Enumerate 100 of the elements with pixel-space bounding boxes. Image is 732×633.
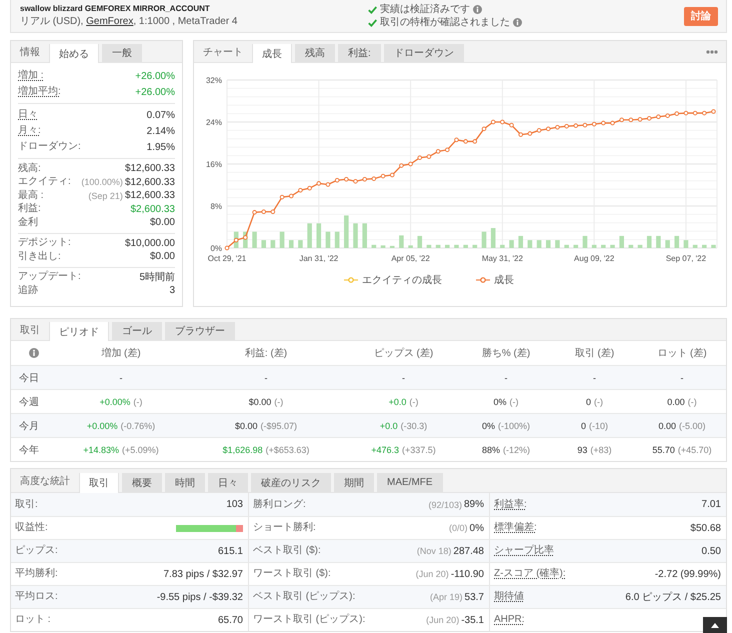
tab[interactable]: 始める <box>49 44 99 63</box>
info-icon[interactable] <box>473 5 482 14</box>
stat-value: $50.68 <box>690 522 721 534</box>
chart-bar <box>628 244 634 248</box>
stat-value: $12,600.33 <box>124 190 175 202</box>
chart-bar <box>270 240 276 248</box>
cell-change: (+83) <box>590 444 612 454</box>
chart-bar <box>280 232 284 248</box>
cell-value: $0.00 <box>248 396 272 406</box>
stat-label: AHPR: <box>494 614 525 626</box>
panel-title: チャート <box>202 46 244 58</box>
stat-label: ベスト取引 ($): <box>253 545 321 557</box>
stat-value: 7.83 pips / $32.97 <box>163 568 243 580</box>
tab[interactable]: 時間 <box>165 473 205 492</box>
cell-value: 0 <box>586 396 591 406</box>
tab[interactable]: ゴール <box>112 322 162 340</box>
chart-bar <box>307 223 312 248</box>
tab[interactable]: 日々 <box>208 473 248 492</box>
chart-bar <box>509 240 514 248</box>
stat-label: 平均ロス: <box>15 591 58 603</box>
tab[interactable]: 残高 <box>295 44 335 62</box>
stat-value: 615.1 <box>218 546 243 556</box>
cell-change: (-10) <box>589 420 608 430</box>
cell-change: (-) <box>688 396 697 406</box>
cell-value: - <box>402 372 405 382</box>
stat-value: $12,600.33 <box>124 176 175 188</box>
stat-value: -35.1 <box>461 614 484 626</box>
stat-label: エクイティ: <box>18 176 71 188</box>
data-point <box>582 122 588 128</box>
chart-bar <box>261 240 266 248</box>
chart-bar <box>426 244 432 248</box>
stat-label: シャープ比率 <box>494 545 554 557</box>
row-label: 今月 <box>18 420 40 432</box>
data-point <box>399 163 404 168</box>
stat-label: アップデート: <box>18 271 81 284</box>
stat-note: (92/103) <box>428 500 462 510</box>
caret-up-icon <box>711 622 719 628</box>
data-point <box>408 162 413 166</box>
stat-value: 103 <box>226 499 243 510</box>
data-point <box>628 118 634 122</box>
scroll-to-top-button[interactable] <box>703 617 727 633</box>
column-header: 取引 (差) <box>574 347 616 360</box>
y-axis-label: 16% <box>206 160 222 169</box>
cell-change: (-12%) <box>503 444 530 454</box>
broker-link[interactable]: GemForex <box>86 16 134 27</box>
chart-bar <box>445 244 450 248</box>
y-axis-label: 32% <box>206 76 222 85</box>
tab[interactable]: ドローダウン <box>384 44 464 62</box>
stat-label: 残高: <box>18 162 41 175</box>
stat-value: +26.00% <box>135 86 175 98</box>
tab[interactable]: 破産のリスク <box>251 473 331 492</box>
chart-bar <box>252 232 257 248</box>
tab[interactable]: MAE/MFE <box>377 473 443 492</box>
stat-label: 利益: <box>18 203 41 216</box>
chart-bar <box>619 236 624 248</box>
cell-value: +14.83% <box>83 444 119 454</box>
stat-note: (0/0) <box>449 523 468 533</box>
data-point <box>601 120 606 126</box>
tab[interactable]: 期間 <box>334 473 374 492</box>
stat-value: $10,000.00 <box>124 238 175 249</box>
cell-change: (+45.70) <box>678 444 712 454</box>
stat-label: 追跡 <box>18 284 38 297</box>
chart-bar <box>518 236 524 248</box>
stat-label: 勝利ロング: <box>253 498 306 510</box>
verification-text: 実績は検証済みです <box>380 4 470 16</box>
stat-value: 2.14% <box>146 126 175 136</box>
stat-label: ドローダウン: <box>18 141 81 153</box>
info-icon[interactable] <box>28 348 38 358</box>
cell-value: $0.00 <box>234 420 258 430</box>
panel-title: 取引 <box>19 324 41 336</box>
chart-bar <box>408 245 413 248</box>
stat-note: (Apr 19) <box>430 592 463 602</box>
cell-change: (-) <box>274 396 284 406</box>
tab[interactable]: 利益: <box>338 44 381 62</box>
more-icon[interactable] <box>706 50 718 54</box>
info-icon[interactable] <box>513 18 522 27</box>
panel-title: 情報 <box>18 46 41 58</box>
chart-bar <box>436 244 440 248</box>
chart-bar <box>334 232 340 248</box>
cell-value: 93 <box>577 444 588 454</box>
x-axis-label: Jan 31, '22 <box>299 254 338 263</box>
x-axis-label: Oct 29, '21 <box>208 254 246 263</box>
cell-value: - <box>680 372 684 382</box>
tab[interactable]: 成長 <box>252 44 292 63</box>
stat-label: 増加 : <box>18 70 44 82</box>
tab[interactable]: ブラウザー <box>165 322 235 340</box>
tab[interactable]: 取引 <box>79 473 119 493</box>
chart-bar <box>702 244 707 248</box>
stat-value: 65.70 <box>218 614 243 626</box>
tab[interactable]: 一般 <box>102 44 142 62</box>
data-point <box>509 122 514 128</box>
stat-label: 日々 <box>18 109 38 121</box>
stat-note: (Sep 21) <box>88 190 123 201</box>
tab[interactable]: ピリオド <box>49 322 109 341</box>
account-title: swallow blizzard GEMFOREX MIRROR_ACCOUNT <box>20 4 211 14</box>
stat-value: $0.00 <box>150 217 175 228</box>
tab[interactable]: 概要 <box>122 473 162 492</box>
verification-text: 取引の特権が確認されました <box>380 16 510 28</box>
stat-value: 7.01 <box>702 499 721 510</box>
chart-bar <box>326 232 330 248</box>
